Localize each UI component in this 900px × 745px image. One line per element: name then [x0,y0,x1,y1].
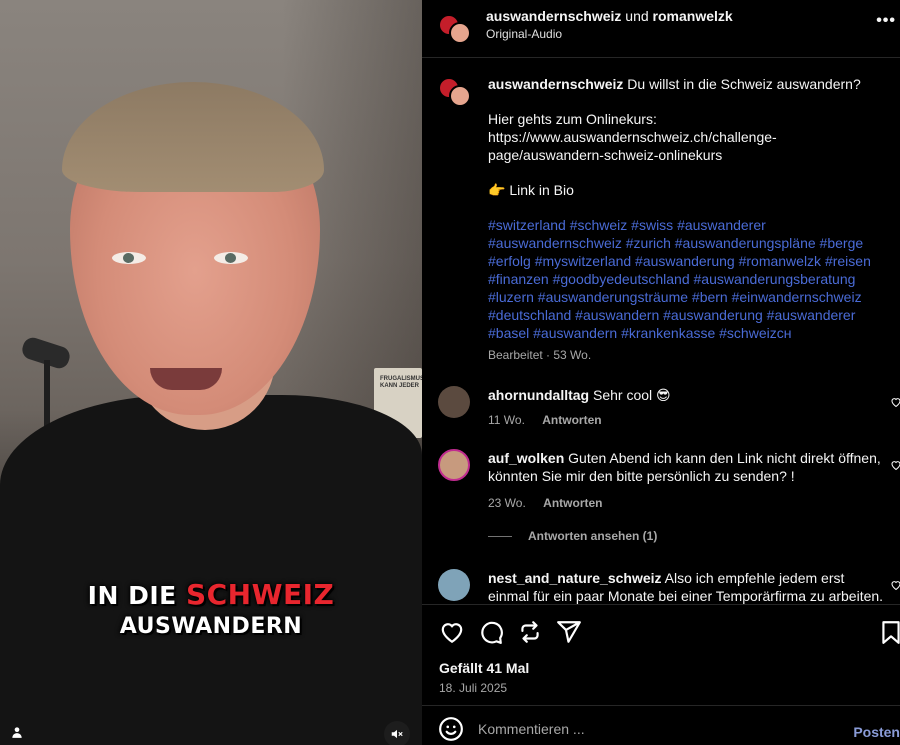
comment-username[interactable]: ahornundalltag [488,387,589,403]
post-comment-button[interactable]: Posten [853,724,900,740]
comment-avatar[interactable] [438,569,470,601]
reel-video[interactable]: FRUGALISMUS KANN JEDER IN DIE SCHWEIZ AU… [0,0,422,745]
avatar-romanwelzk [449,22,471,44]
comment-username[interactable]: nest_and_nature_schweiz [488,570,662,586]
comment-avatar[interactable] [438,386,470,418]
caption-avatar[interactable] [438,73,474,109]
person-shirt [0,395,422,745]
like-comment-icon[interactable] [890,579,900,591]
more-options-icon[interactable]: ••• [876,12,896,30]
caption-meta: Bearbeitet · 53 Wo. [488,348,592,362]
person-eye-right [214,252,248,264]
caption-white-text: IN DIE [87,581,177,610]
caption-username[interactable]: auswandernschweiz [488,76,623,92]
like-comment-icon[interactable] [890,459,900,471]
comment-text: nest_and_nature_schweiz Also ich empfehl… [488,569,888,604]
book-cover-text: FRUGALISMUS KANN JEDER [380,376,422,389]
comment-age: 11 Wo. [488,413,525,427]
comment-input[interactable] [478,716,838,742]
bookmark-icon[interactable] [878,619,900,645]
mute-icon[interactable] [384,721,410,745]
avatar-front [449,85,471,107]
comment-age: 23 Wo. [488,496,526,510]
comment-text: auf_wolken Guten Abend ich kann den Link… [488,449,888,485]
view-replies-button[interactable]: Antworten ansehen (1) [488,529,657,543]
caption-hashtags[interactable]: #switzerland #schweiz #swiss #auswandere… [488,216,888,342]
reply-button[interactable]: Antworten [543,496,602,510]
comment-text: ahornundalltag Sehr cool 😎 [488,386,888,404]
comment-meta: 23 Wo. Antworten [488,496,616,510]
remix-icon[interactable] [517,619,543,645]
comments-scroll-area[interactable]: auswandernschweiz Du willst in die Schwe… [422,59,900,604]
comment-icon[interactable] [478,619,504,645]
username-link-2[interactable]: romanwelzk [653,8,733,24]
reply-button[interactable]: Antworten [542,413,601,427]
username-link-1[interactable]: auswandernschweiz [486,8,621,24]
collab-avatars[interactable] [438,10,474,46]
audio-label[interactable]: Original-Audio [486,27,562,41]
view-replies-label: Antworten ansehen (1) [528,529,658,543]
username-connector: und [625,8,649,24]
person-eye-left [112,252,146,264]
like-comment-icon[interactable] [890,396,900,408]
post-side-panel: auswandernschweiz und romanwelzk Origina… [422,0,900,745]
post-date: 18. Juli 2025 [439,681,508,695]
caption-course-link: Hier gehts zum Onlinekurs: https://www.a… [488,111,777,163]
comment-meta: 11 Wo. Antworten [488,413,616,427]
caption-link-in-bio: 👉 Link in Bio [488,182,574,198]
view-replies-line [488,535,512,537]
caption-line-1: IN DIE SCHWEIZ [0,578,422,611]
collab-usernames: auswandernschweiz und romanwelzk [486,8,733,24]
post-actions: Gefällt 41 Mal 18. Juli 2025 [422,604,900,704]
share-icon[interactable] [556,619,582,645]
post-header: auswandernschweiz und romanwelzk Origina… [422,0,900,58]
like-heart-icon[interactable] [439,619,465,645]
tagged-user-icon[interactable] [6,721,28,743]
person-mouth [150,368,222,390]
caption-intro: Du willst in die Schweiz auswandern? [627,76,861,92]
comment-username[interactable]: auf_wolken [488,450,564,466]
comment-avatar[interactable] [438,449,470,481]
caption-line-2: AUSWANDERN [119,614,303,639]
comment-body: Sehr cool 😎 [593,387,671,403]
comment-composer: Posten [422,705,900,745]
caption-highlight-text: SCHWEIZ [185,578,335,611]
caption-body: auswandernschweiz Du willst in die Schwe… [488,75,888,364]
emoji-icon[interactable] [438,716,464,742]
likes-count[interactable]: Gefällt 41 Mal [439,660,529,676]
